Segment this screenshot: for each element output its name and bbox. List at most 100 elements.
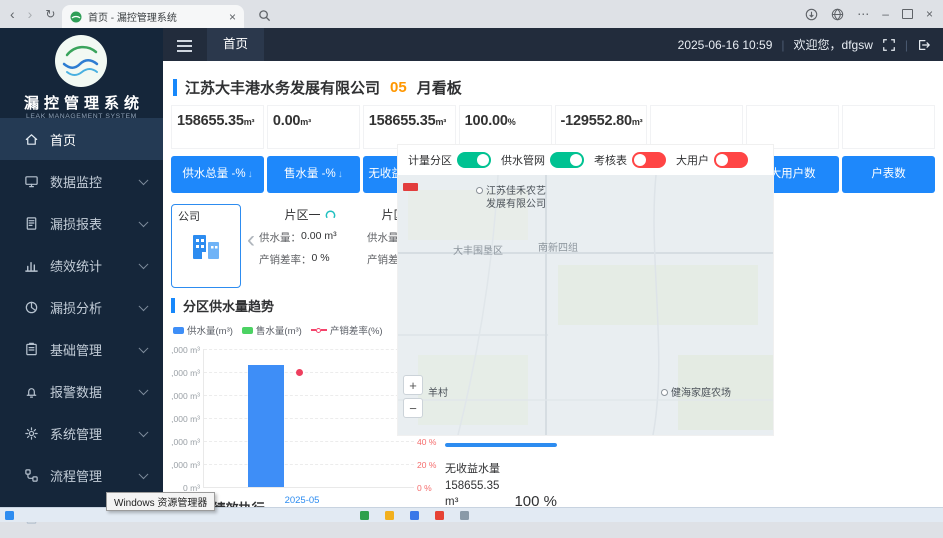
- sidebar-collapse-icon[interactable]: [177, 40, 192, 52]
- legend-nrw-rate[interactable]: 产销差率(%): [311, 323, 383, 337]
- stat-nrw-rate: 100.00%: [459, 105, 552, 149]
- y-axis-label: ,000 m³: [171, 391, 200, 401]
- trend-dot-nrw[interactable]: [296, 369, 303, 376]
- toggle-switch[interactable]: [632, 152, 666, 168]
- sidebar-item-label: 首页: [50, 130, 76, 149]
- company-card[interactable]: 公司: [171, 204, 241, 288]
- y-axis-label: ,000 m³: [171, 368, 200, 378]
- chevron-down-icon: [139, 175, 149, 185]
- sidebar-item-basic-management[interactable]: 基础管理: [0, 328, 163, 370]
- window-minimize-icon[interactable]: –: [882, 7, 889, 21]
- sidebar-item-leak-analysis[interactable]: 漏损分析: [0, 286, 163, 328]
- sidebar-item-performance-stats[interactable]: 绩效统计: [0, 244, 163, 286]
- sidebar-item-system-management[interactable]: 系统管理: [0, 412, 163, 454]
- y-axis-label: ,000 m³: [171, 414, 200, 424]
- chevron-down-icon: [139, 385, 149, 395]
- map-place-label: 羊村: [428, 387, 448, 400]
- toggle-switch[interactable]: [550, 152, 584, 168]
- fullscreen-icon[interactable]: [882, 38, 896, 52]
- stat-meter-count: [842, 105, 935, 149]
- search-icon: [258, 9, 271, 22]
- window-restore-icon[interactable]: [902, 9, 913, 19]
- cards-prev-icon[interactable]: ‹: [247, 226, 255, 254]
- sidebar-item-data-monitor[interactable]: 数据监控: [0, 160, 163, 202]
- app-header: 首页 2025-06-16 10:59 | 欢迎您，dfgsw |: [163, 28, 943, 61]
- sidebar: 漏控管理系统 LEAK MANAGEMENT SYSTEM 首页 数据监控 漏损…: [0, 28, 163, 521]
- taskbar-app-icon[interactable]: [460, 511, 469, 520]
- toggle-supply-network: 供水管网: [501, 152, 584, 168]
- sidebar-item-label: 流程管理: [50, 466, 102, 485]
- map-red-marker[interactable]: [403, 183, 418, 191]
- sidebar-item-alarm-data[interactable]: 报警数据: [0, 370, 163, 412]
- browser-tab[interactable]: 首页 - 漏控管理系统 ×: [62, 5, 244, 28]
- browser-forward-icon[interactable]: ›: [28, 6, 33, 22]
- app-title: 漏控管理系统: [0, 92, 163, 113]
- chevron-down-icon: [139, 469, 149, 479]
- browser-search-button[interactable]: [252, 7, 276, 23]
- gridline: [204, 349, 414, 350]
- title-accent-bar: [173, 79, 177, 96]
- gridline: [204, 441, 414, 442]
- stats-row: 158655.35m³ 0.00m³ 158655.35m³ 100.00% -…: [171, 105, 935, 149]
- zoom-out-button[interactable]: −: [403, 398, 423, 418]
- header-tab-home[interactable]: 首页: [207, 28, 264, 61]
- taskbar-app-icon[interactable]: [435, 511, 444, 520]
- metric-button-total-supply[interactable]: 供水总量 -%↓: [171, 156, 264, 193]
- bar-chart-icon: [24, 258, 39, 273]
- browser-back-icon[interactable]: ‹: [10, 6, 15, 22]
- map-panel: 计量分区 供水管网 考核表 大用户 江苏佳禾农艺发展有限公司 大丰围垦区 南新四…: [397, 144, 774, 436]
- building-icon: [190, 231, 224, 263]
- place-marker-icon: [661, 389, 668, 396]
- company-name: 江苏大丰港水务发展有限公司: [185, 77, 380, 98]
- window-close-icon[interactable]: ×: [926, 7, 933, 21]
- zone-card[interactable]: 片区一 供水量：0.00 m³ 产销差率：0 %: [259, 206, 361, 267]
- taskbar-app-icon[interactable]: [360, 511, 369, 520]
- gridline: [204, 372, 414, 373]
- monitor-icon: [24, 174, 39, 189]
- gear-icon: [24, 426, 39, 441]
- globe-icon[interactable]: [831, 8, 844, 21]
- board-suffix: 月看板: [417, 77, 462, 98]
- toggle-switch[interactable]: [457, 152, 491, 168]
- legend-sales[interactable]: 售水量(m³): [242, 323, 302, 337]
- sidebar-item-label: 基础管理: [50, 340, 102, 359]
- y-axis-label: ,000 m³: [171, 345, 200, 355]
- toggle-large-user: 大用户: [676, 152, 748, 168]
- legend-supply[interactable]: 供水量(m³): [173, 323, 233, 337]
- tab-close-icon[interactable]: ×: [229, 10, 236, 24]
- sidebar-item-label: 漏损分析: [50, 298, 102, 317]
- browser-refresh-icon[interactable]: ↻: [45, 7, 55, 21]
- section-accent-bar: [171, 298, 175, 313]
- toggle-switch[interactable]: [714, 152, 748, 168]
- browser-menu-icon[interactable]: ⋯: [857, 7, 869, 21]
- map-place-label: 大丰围垦区: [453, 245, 503, 258]
- y-axis-label: ,000 m³: [171, 460, 200, 470]
- progress-bar: [445, 443, 557, 447]
- trend-bar-supply[interactable]: [248, 365, 284, 487]
- header-divider: |: [905, 38, 908, 52]
- metric-button-meter-count[interactable]: 户表数: [842, 156, 935, 193]
- sidebar-item-leak-report[interactable]: 漏损报表: [0, 202, 163, 244]
- map-canvas[interactable]: 江苏佳禾农艺发展有限公司 大丰围垦区 南新四组 羊村 健海家庭农场 + −: [398, 175, 773, 435]
- sidebar-item-process-management[interactable]: 流程管理: [0, 454, 163, 496]
- logout-icon[interactable]: [917, 38, 931, 52]
- plot-area: [203, 349, 414, 488]
- gauge-icon: [325, 209, 336, 220]
- metric-button-sales[interactable]: 售水量 -%↓: [267, 156, 360, 193]
- chevron-down-icon: [139, 343, 149, 353]
- page-title: 江苏大丰港水务发展有限公司 05 月看板: [173, 77, 462, 98]
- sidebar-item-label: 数据监控: [50, 172, 102, 191]
- taskbar-app-icon[interactable]: [385, 511, 394, 520]
- legend-swatch: [242, 327, 253, 334]
- sidebar-item-label: 系统管理: [50, 424, 102, 443]
- y-axis-label-right: 20 %: [417, 460, 436, 470]
- taskbar-app-icon[interactable]: [410, 511, 419, 520]
- start-button-icon[interactable]: [5, 511, 14, 520]
- sidebar-item-label: 漏损报表: [50, 214, 102, 233]
- legend-swatch: [173, 327, 184, 334]
- download-icon[interactable]: [805, 8, 818, 21]
- sidebar-item-home[interactable]: 首页: [0, 118, 163, 160]
- pie-chart-icon: [24, 300, 39, 315]
- chevron-down-icon: [139, 301, 149, 311]
- zoom-in-button[interactable]: +: [403, 375, 423, 395]
